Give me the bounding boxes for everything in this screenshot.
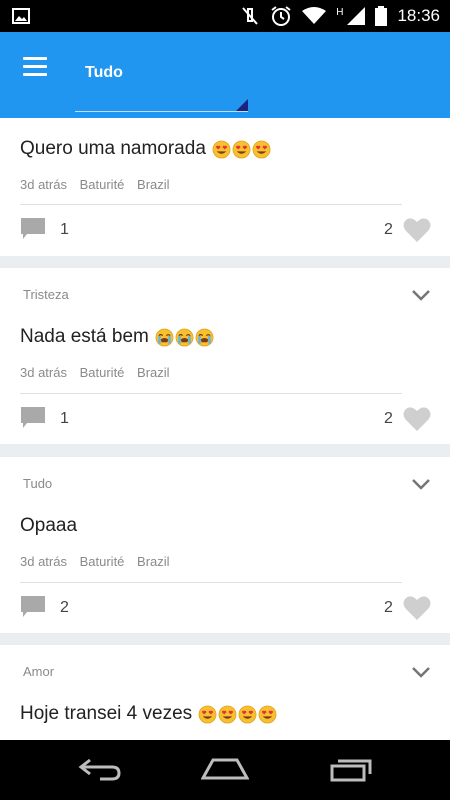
post-text: Opaaa [20,515,77,537]
home-icon[interactable] [201,756,249,782]
crying-emoji-icon [175,328,194,346]
like-count: 2 [384,410,393,427]
status-bar: H 18:36 [0,0,450,32]
post-text-content: Quero uma namorada [20,138,206,159]
dropdown-arrow-icon [236,99,248,111]
post-card[interactable]: Tudo Opaaa 3d atrás Baturité Brazil 2 2 [0,457,450,633]
alarm-icon [271,6,291,26]
comment-count: 2 [60,599,69,616]
heart-eyes-emoji-icon [218,705,237,723]
post-country: Brazil [137,554,170,569]
post-text: Quero uma namorada [20,138,271,160]
system-navigation-bar [0,740,450,800]
divider [20,582,402,583]
like-count: 2 [384,599,393,616]
heart-icon[interactable] [403,595,431,621]
wifi-icon [302,7,327,24]
heart-icon[interactable] [403,217,431,243]
post-time: 3d atrás [20,365,67,380]
category-filter-dropdown[interactable]: Tudo [75,46,248,114]
image-icon [12,8,30,24]
comment-count: 1 [60,410,69,427]
heart-eyes-emoji-icon [238,705,257,723]
post-category: Amor [23,664,55,679]
heart-eyes-emoji-icon [252,140,271,158]
post-text: Hoje transei 4 vezes [20,703,277,725]
heart-icon[interactable] [403,406,431,432]
post-text-content: Hoje transei 4 vezes [20,703,193,724]
chevron-down-icon[interactable] [412,667,430,678]
divider [20,393,402,394]
chevron-down-icon[interactable] [412,290,430,301]
category-filter-value: Tudo [85,64,123,81]
crying-emoji-icon [195,328,214,346]
post-text-content: Opaaa [20,515,78,536]
recents-icon[interactable] [330,756,372,782]
post-card[interactable]: Tristeza Nada está bem 3d atrás Baturité… [0,268,450,444]
post-city: Baturité [79,177,125,192]
dropdown-underline [75,111,248,112]
post-city: Baturité [79,554,125,569]
heart-eyes-emoji-icon [198,705,217,723]
post-meta: 3d atrás Baturité Brazil [20,554,179,569]
post-time: 3d atrás [20,554,67,569]
post-category: Tristeza [23,287,69,302]
comment-icon[interactable] [21,407,45,429]
mute-icon [242,7,258,25]
post-text-content: Nada está bem [20,326,149,347]
post-meta: 3d atrás Baturité Brazil [20,365,179,380]
post-country: Brazil [137,177,170,192]
emoji-row [198,705,277,724]
heart-eyes-emoji-icon [258,705,277,723]
heart-eyes-emoji-icon [212,140,231,158]
heart-eyes-emoji-icon [232,140,251,158]
emoji-row [212,140,271,159]
hamburger-menu-icon[interactable] [23,57,47,77]
like-count: 2 [384,221,393,238]
app-bar: Tudo [0,32,450,118]
signal-icon [347,7,366,25]
post-text: Nada está bem [20,326,214,348]
battery-icon [375,6,388,26]
post-time: 3d atrás [20,177,67,192]
comment-count: 1 [60,221,69,238]
post-category: Tudo [23,476,53,491]
post-city: Baturité [79,365,125,380]
post-country: Brazil [137,365,170,380]
divider [20,204,402,205]
chevron-down-icon[interactable] [412,479,430,490]
post-card[interactable]: Quero uma namorada 3d atrás Baturité Bra… [0,118,450,256]
network-type: H [336,6,344,18]
crying-emoji-icon [155,328,174,346]
post-meta: 3d atrás Baturité Brazil [20,177,179,192]
comment-icon[interactable] [21,596,45,618]
clock: 18:36 [397,6,440,25]
post-card[interactable]: Amor Hoje transei 4 vezes [0,645,450,740]
emoji-row [155,328,214,347]
back-icon[interactable] [78,756,122,782]
comment-icon[interactable] [21,218,45,240]
